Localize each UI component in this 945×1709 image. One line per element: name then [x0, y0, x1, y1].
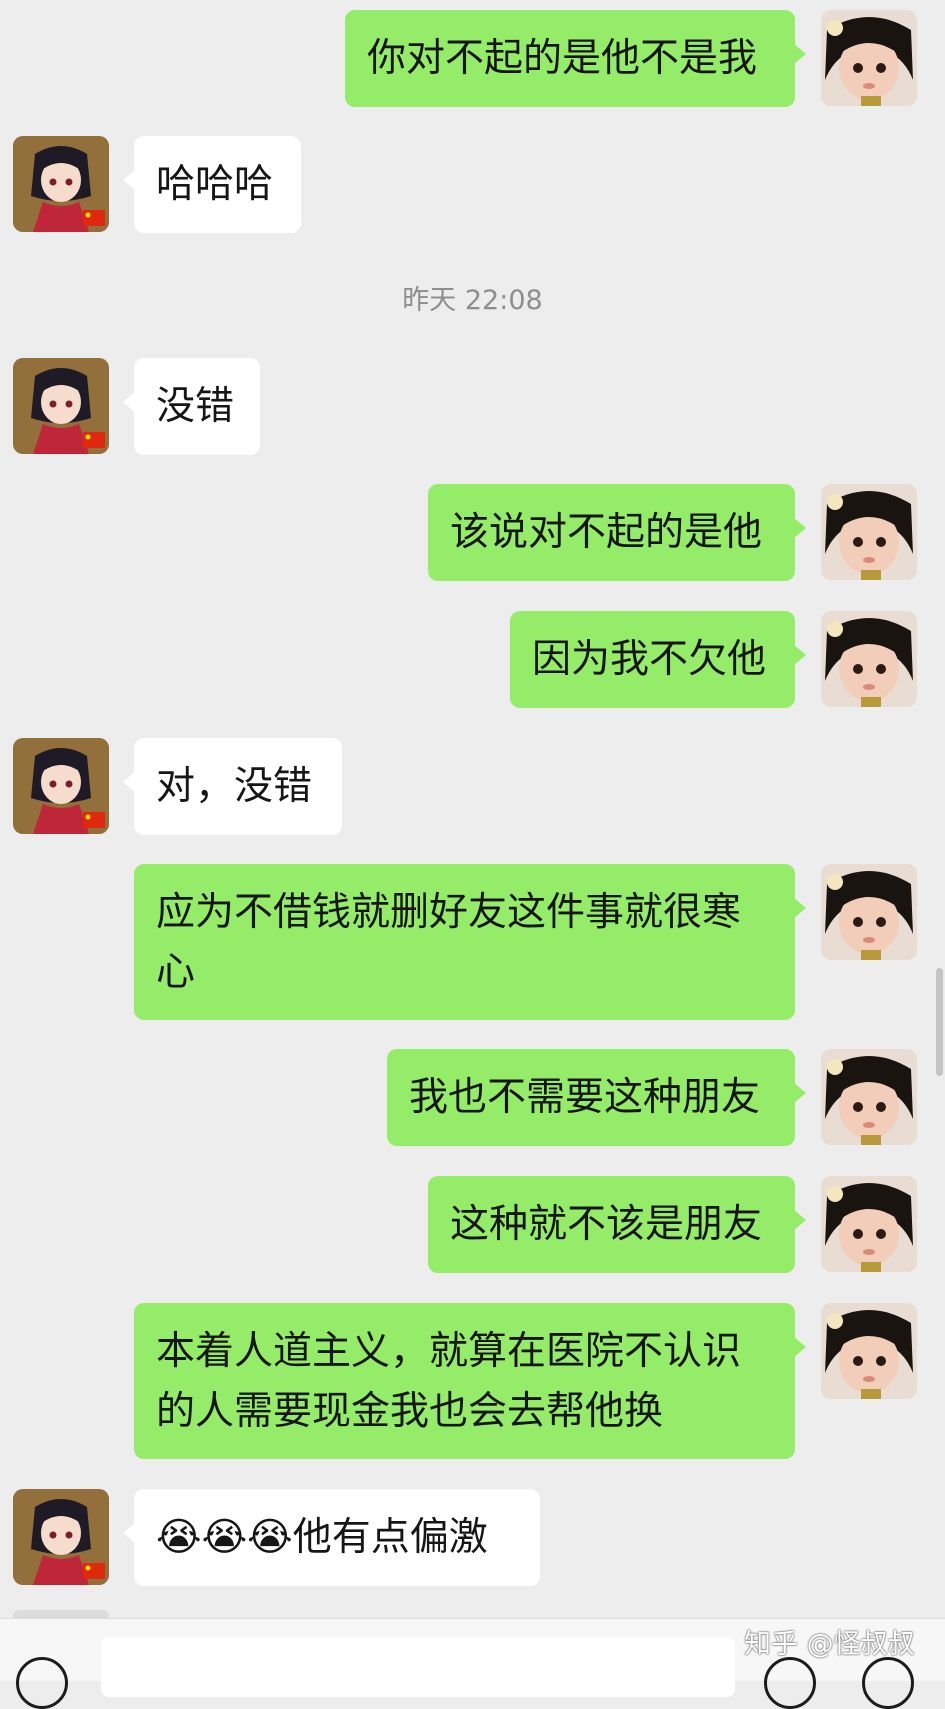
message-bubble-sent[interactable]: 你对不起的是他不是我: [345, 10, 806, 107]
contact-avatar[interactable]: [13, 136, 109, 232]
my-avatar[interactable]: [821, 1303, 917, 1399]
plus-icon[interactable]: [862, 1657, 914, 1709]
my-avatar[interactable]: [821, 611, 917, 707]
message-bubble-received[interactable]: 对，没错: [123, 738, 342, 835]
my-avatar[interactable]: [821, 864, 917, 960]
chat-timestamp: 昨天 22:08: [402, 285, 543, 316]
emoji-icon[interactable]: [764, 1657, 816, 1709]
watermark: 知乎 @怪叔叔: [744, 1629, 915, 1660]
message-bubble-sent[interactable]: 我也不需要这种朋友: [387, 1049, 806, 1146]
message-bubble-sent[interactable]: 因为我不欠他: [510, 611, 806, 708]
message-bubble-sent[interactable]: 该说对不起的是他: [428, 484, 806, 581]
my-avatar[interactable]: [821, 10, 917, 106]
voice-icon[interactable]: [16, 1657, 68, 1709]
message-input[interactable]: [101, 1637, 735, 1697]
contact-avatar[interactable]: [13, 1489, 109, 1585]
message-bubble-sent[interactable]: 这种就不该是朋友: [428, 1176, 806, 1273]
contact-avatar[interactable]: [13, 358, 109, 454]
message-bubble-sent[interactable]: 本着人道主义，就算在医院不认识 的人需要现金我也会去帮他换: [134, 1303, 806, 1459]
message-bubble-received[interactable]: 哈哈哈: [123, 136, 301, 233]
my-avatar[interactable]: [821, 1049, 917, 1145]
my-avatar[interactable]: [821, 1176, 917, 1272]
scrollbar-thumb[interactable]: [936, 968, 943, 1076]
message-bubble-sent[interactable]: 应为不借钱就删好友这件事就很寒 心: [134, 864, 806, 1020]
message-bubble-received[interactable]: 没错: [123, 358, 260, 455]
message-bubble-received[interactable]: 😭😭😭他有点偏激: [123, 1489, 540, 1586]
my-avatar[interactable]: [821, 484, 917, 580]
contact-avatar[interactable]: [13, 738, 109, 834]
